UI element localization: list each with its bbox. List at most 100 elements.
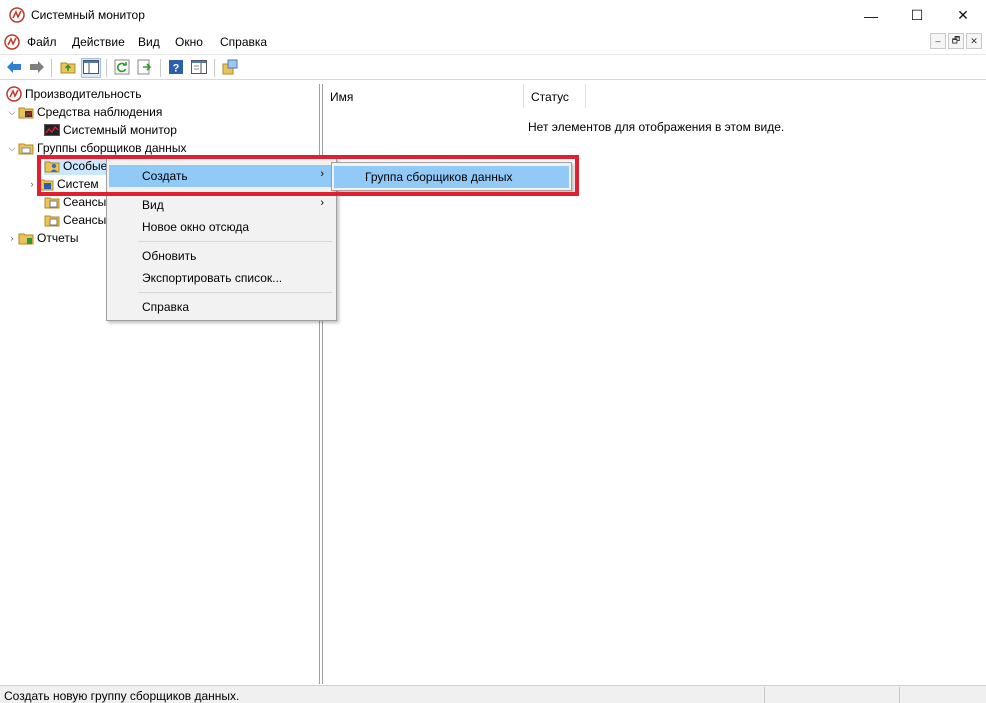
- maximize-icon: ☐: [910, 7, 924, 23]
- column-header-status[interactable]: Статус: [524, 84, 586, 108]
- tree-item-label: Особые: [63, 159, 108, 173]
- toolbar-separator: [214, 59, 215, 77]
- submenu-arrow-icon: ›: [320, 197, 324, 209]
- expanded-chevron-icon[interactable]: ⌵: [6, 107, 18, 118]
- back-button[interactable]: [4, 58, 24, 78]
- system-folder-icon: [38, 176, 54, 192]
- perfmon-app-icon[interactable]: [9, 7, 25, 26]
- system-menu-icon[interactable]: [4, 34, 20, 53]
- mdi-close-button[interactable]: ✕: [966, 33, 982, 49]
- tree-item-system[interactable]: › Систем: [26, 175, 99, 193]
- title-bar: Системный монитор — ☐ ✕: [0, 0, 986, 31]
- show-hide-tree-button[interactable]: [81, 58, 101, 78]
- mdi-restore-button[interactable]: 🗗: [948, 33, 964, 49]
- tree-item-reports[interactable]: › Отчеты: [6, 229, 79, 247]
- collapsed-chevron-icon[interactable]: ›: [6, 233, 18, 243]
- perfmon-icon: [6, 86, 22, 102]
- toolbar-separator: [51, 59, 52, 77]
- expanded-chevron-icon[interactable]: ⌵: [6, 143, 18, 154]
- create-submenu: Группа сборщиков данных: [331, 162, 572, 191]
- menu-help[interactable]: Справка: [220, 35, 267, 49]
- menu-separator: [138, 241, 332, 242]
- mdi-minimize-button[interactable]: –: [930, 33, 946, 49]
- collector-sets-folder-icon: [18, 140, 34, 156]
- tree-item-label: Отчеты: [37, 231, 79, 245]
- minimize-icon: —: [864, 7, 878, 24]
- maximize-button[interactable]: ☐: [894, 0, 940, 31]
- menu-file[interactable]: Файл: [27, 35, 57, 49]
- tree-item-label: Системный монитор: [63, 123, 177, 137]
- menu-item-label: Обновить: [142, 249, 197, 263]
- tree-item-sessions-1[interactable]: Сеансы: [44, 193, 106, 211]
- tree-item-label: Производительность: [25, 87, 142, 101]
- tree-item-label: Систем: [57, 177, 99, 191]
- status-bar: Создать новую группу сборщиков данных.: [0, 685, 986, 703]
- close-icon: ✕: [957, 7, 969, 23]
- refresh-button[interactable]: [112, 58, 132, 78]
- toolbar-separator: [160, 59, 161, 77]
- status-cell: [764, 687, 899, 703]
- export-icon: [137, 59, 153, 78]
- monitoring-tools-icon: [18, 104, 34, 120]
- context-menu: Создать › Вид › Новое окно отсюда Обнови…: [106, 157, 337, 321]
- submenu-arrow-icon: ›: [320, 168, 324, 180]
- context-menu-view[interactable]: Вид ›: [109, 194, 334, 216]
- context-menu-help[interactable]: Справка: [109, 296, 334, 318]
- sessions-icon: [44, 194, 60, 210]
- refresh-icon: [114, 59, 130, 78]
- svg-text:?: ?: [173, 62, 180, 74]
- tree-item-label: Средства наблюдения: [37, 105, 163, 119]
- menu-item-label: Справка: [142, 300, 190, 314]
- tree-item-label: Сеансы: [63, 195, 107, 209]
- export-button[interactable]: [135, 58, 155, 78]
- help-icon: ?: [168, 59, 184, 78]
- properties-button[interactable]: [189, 58, 209, 78]
- properties-icon: [191, 59, 207, 77]
- menu-bar: Файл Действие Вид Окно Справка – 🗗 ✕: [0, 31, 986, 53]
- help-button[interactable]: ?: [166, 58, 186, 78]
- empty-list-message: Нет элементов для отображения в этом вид…: [528, 120, 785, 134]
- menu-item-label: Создать: [142, 169, 188, 183]
- context-menu-new-window[interactable]: Новое окно отсюда: [109, 216, 334, 238]
- status-text: Создать новую группу сборщиков данных.: [4, 689, 240, 703]
- menu-item-label: Экспортировать список...: [142, 271, 283, 285]
- user-defined-folder-icon: [44, 158, 60, 174]
- window-title: Системный монитор: [31, 8, 145, 22]
- system-monitor-icon: [44, 122, 60, 138]
- collapsed-chevron-icon[interactable]: ›: [26, 179, 38, 189]
- submenu-data-collector-set[interactable]: Группа сборщиков данных: [334, 166, 569, 188]
- tree-item-user-defined[interactable]: Особые: [44, 157, 108, 175]
- tree-item-collector-sets[interactable]: ⌵ Группы сборщиков данных: [6, 139, 187, 157]
- mdi-controls: – 🗗 ✕: [930, 33, 982, 49]
- back-icon: [6, 60, 22, 77]
- new-window-button[interactable]: [220, 58, 240, 78]
- menu-view[interactable]: Вид: [138, 35, 160, 49]
- forward-icon: [29, 60, 45, 77]
- menu-window[interactable]: Окно: [175, 35, 203, 49]
- status-cell: [899, 687, 986, 703]
- minimize-button[interactable]: —: [848, 0, 894, 31]
- show-hide-tree-icon: [83, 59, 99, 77]
- menu-separator: [138, 292, 332, 293]
- column-header-name[interactable]: Имя: [323, 84, 524, 108]
- forward-button[interactable]: [27, 58, 47, 78]
- tree-item-label: Сеансы: [63, 213, 107, 227]
- tree-item-label: Группы сборщиков данных: [37, 141, 187, 155]
- new-window-icon: [222, 59, 238, 78]
- menu-action[interactable]: Действие: [72, 35, 125, 49]
- context-menu-export[interactable]: Экспортировать список...: [109, 267, 334, 289]
- context-menu-create[interactable]: Создать ›: [109, 165, 334, 187]
- tree-item-performance[interactable]: Производительность: [6, 85, 141, 103]
- tree-item-sessions-2[interactable]: Сеансы: [44, 211, 106, 229]
- tree-item-system-monitor[interactable]: Системный монитор: [44, 121, 177, 139]
- context-menu-refresh[interactable]: Обновить: [109, 245, 334, 267]
- menu-item-label: Вид: [142, 198, 164, 212]
- close-button[interactable]: ✕: [940, 0, 986, 31]
- up-folder-button[interactable]: [58, 58, 78, 78]
- tree-item-monitoring-tools[interactable]: ⌵ Средства наблюдения: [6, 103, 163, 121]
- menu-item-label: Группа сборщиков данных: [365, 170, 513, 184]
- sessions-icon: [44, 212, 60, 228]
- up-folder-icon: [60, 59, 76, 78]
- toolbar-separator: [106, 59, 107, 77]
- menu-item-label: Новое окно отсюда: [142, 220, 250, 234]
